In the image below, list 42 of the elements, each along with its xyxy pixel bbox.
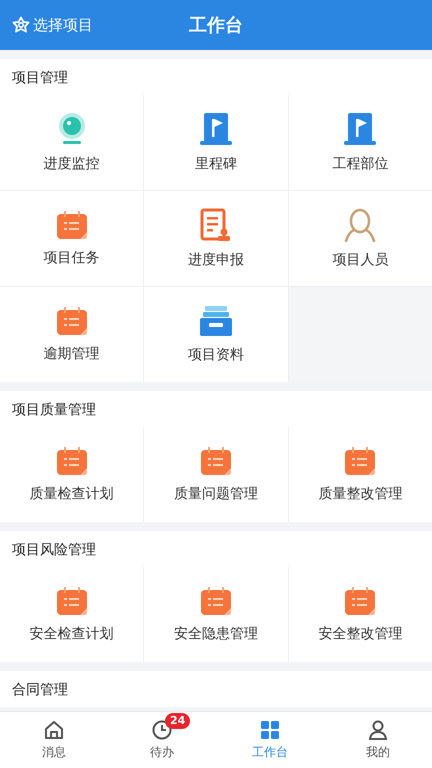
user-icon — [367, 719, 389, 741]
calendar-icon — [344, 586, 376, 616]
menu-item[interactable]: 质量问题管理 — [144, 427, 288, 522]
menu-item[interactable]: 进度申报 — [144, 191, 288, 286]
calendar-icon — [200, 586, 232, 616]
menu-item[interactable]: 里程碑 — [144, 95, 288, 190]
menu-item[interactable]: 安全隐患管理 — [144, 567, 288, 662]
menu-item[interactable]: 工程部位 — [288, 95, 432, 190]
menu-item[interactable]: 质量整改管理 — [288, 427, 432, 522]
tab[interactable]: 我的 — [324, 712, 432, 768]
calendar-icon — [344, 446, 376, 476]
calendar-icon — [56, 446, 88, 476]
menu-item[interactable]: 安全整改管理 — [288, 567, 432, 662]
menu-item[interactable]: 项目资料 — [144, 287, 288, 382]
count-badge: 24 — [165, 713, 190, 729]
page-title: 工作台 — [189, 14, 243, 37]
document-icon — [200, 208, 232, 242]
select-project-button[interactable]: 选择项目 — [0, 16, 93, 34]
home-icon — [43, 719, 65, 741]
menu-item[interactable]: 安全检查计划 — [0, 567, 144, 662]
menu-item[interactable]: 项目任务 — [0, 191, 144, 286]
section-title: 项目风险管理 — [0, 531, 432, 567]
section-title: 项目管理 — [0, 59, 432, 95]
tab[interactable]: 消息 — [0, 712, 108, 768]
tab[interactable]: 工作台 — [216, 712, 324, 768]
grid-icon — [259, 719, 281, 741]
menu-item[interactable]: 项目人员 — [288, 191, 432, 286]
section-title: 项目质量管理 — [0, 391, 432, 427]
flag-icon — [198, 112, 234, 146]
tray-icon — [198, 305, 233, 337]
flag-icon — [342, 112, 378, 146]
menu-item[interactable]: 逾期管理 — [0, 287, 144, 382]
tab[interactable]: 24 待办 — [108, 712, 216, 768]
calendar-icon — [56, 210, 88, 240]
camera-icon — [56, 112, 87, 146]
calendar-icon — [56, 306, 88, 336]
calendar-icon — [200, 446, 232, 476]
menu-item[interactable]: 质量检查计划 — [0, 427, 144, 522]
section-title: 合同管理 — [0, 671, 432, 707]
menu-item[interactable]: 进度监控 — [0, 95, 144, 190]
person-icon — [343, 208, 378, 242]
calendar-icon — [56, 586, 88, 616]
